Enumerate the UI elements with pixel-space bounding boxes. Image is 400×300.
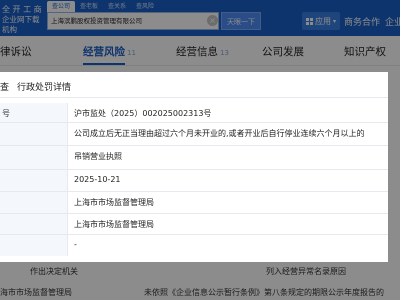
row-label-violation [0,123,68,145]
detail-table: 号 沪市监处（2025）002025002313号 公司成立后无正当理由超过六个… [0,103,388,256]
row-label-authority [0,192,68,213]
table-row: 2025-10-21 [0,170,388,192]
row-label-remark [0,235,68,256]
table-row: - [0,235,388,256]
table-row: 上海市市场监督管理局 [0,192,388,214]
row-value-authority-2: 上海市市场监督管理局 [74,220,154,229]
row-label-penalty [0,146,68,169]
table-row: 上海市市场监督管理局 [0,214,388,235]
penalty-detail-modal: 查 行政处罚详情 号 沪市监处（2025）002025002313号 公司成立后… [0,72,388,262]
row-label-decision-number: 号 [0,103,68,122]
row-value-violation: 公司成立后无正当理由超过六个月未开业的,或者开业后自行停业连续六个月以上的 [74,129,365,138]
row-value-decision-number: 沪市监处（2025）002025002313号 [74,109,212,118]
row-value-penalty: 吊销营业执照 [74,152,122,161]
table-row: 吊销营业执照 [0,146,388,170]
modal-title: 行政处罚详情 [17,83,72,93]
table-row: 公司成立后无正当理由超过六个月未开业的,或者开业后自行停业连续六个月以上的 [0,123,388,146]
row-value-date: 2025-10-21 [74,175,121,184]
row-label-date [0,170,68,191]
row-value-remark: - [74,240,77,249]
modal-header: 查 行政处罚详情 [0,72,388,98]
row-value-authority: 上海市市场监督管理局 [74,198,154,207]
modal-title-prefix: 查 [0,83,10,93]
table-row: 号 沪市监处（2025）002025002313号 [0,103,388,123]
row-label-authority-2 [0,214,68,234]
